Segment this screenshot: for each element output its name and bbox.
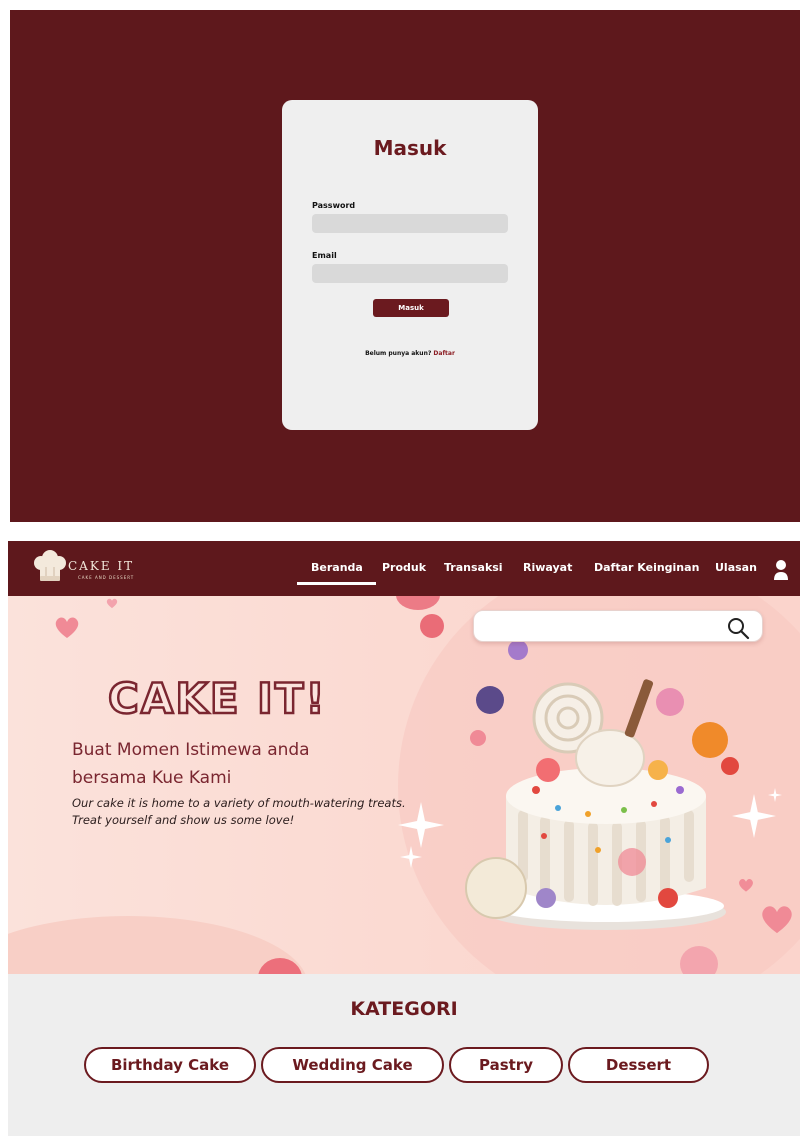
nav-produk[interactable]: Produk [382,561,426,574]
search-bar [473,610,763,642]
login-card: Masuk Password Email Masuk Belum punya a… [282,100,538,430]
nav-riwayat[interactable]: Riwayat [523,561,572,574]
kategori-wedding-cake[interactable]: Wedding Cake [261,1047,444,1083]
heart-icon [55,617,79,638]
chef-hat-icon [34,550,66,581]
heart-icon [762,906,792,934]
search-input[interactable] [484,615,714,637]
nav-daftar-keinginan[interactable]: Daftar Keinginan [594,561,699,574]
kategori-pastry[interactable]: Pastry [449,1047,563,1083]
user-icon[interactable] [773,559,789,581]
hero-banner: CAKE IT! Buat Momen Istimewa anda bersam… [8,596,800,974]
sparkle-icon [768,788,782,802]
kategori-birthday-cake[interactable]: Birthday Cake [84,1047,256,1083]
login-title: Masuk [373,136,447,160]
decor-circle [396,596,440,610]
kategori-section: KATEGORI Birthday Cake Wedding Cake Past… [8,974,800,1136]
password-label: Password [312,201,356,210]
search-icon[interactable] [726,616,750,640]
sparkle-icon [398,802,444,848]
login-button[interactable]: Masuk [373,299,449,317]
home-screen: CAKE IT CAKE AND DESSERT Beranda Produk … [8,541,800,1136]
nav-transaksi[interactable]: Transaksi [444,561,503,574]
cake-illustration [465,640,739,930]
sparkle-icon [400,846,422,868]
hero-tagline: Our cake it is home to a variety of mout… [72,796,406,827]
password-field[interactable] [312,214,508,233]
email-label: Email [312,251,337,260]
hero-heading: Buat Momen Istimewa anda bersama Kue Kam… [72,740,310,788]
hero-brand-title: CAKE IT! [107,673,327,725]
heart-icon [106,598,118,609]
logo-text: CAKE IT [68,559,135,573]
navbar: CAKE IT CAKE AND DESSERT Beranda Produk … [8,541,800,596]
kategori-dessert[interactable]: Dessert [568,1047,709,1083]
register-link[interactable]: Daftar [433,350,455,357]
nav-beranda[interactable]: Beranda [311,561,363,574]
decor-circle [420,614,444,638]
nav-ulasan[interactable]: Ulasan [715,561,757,574]
logo[interactable]: CAKE IT CAKE AND DESSERT [32,549,162,587]
kategori-title: KATEGORI [350,998,458,1020]
decor-circle [680,946,718,974]
email-field[interactable] [312,264,508,283]
logo-subtext: CAKE AND DESSERT [78,575,135,580]
login-screen: Masuk Password Email Masuk Belum punya a… [10,10,800,522]
nav-active-indicator [297,582,376,585]
register-line: Belum punya akun? Daftar [282,350,538,357]
register-prompt: Belum punya akun? [365,350,432,357]
